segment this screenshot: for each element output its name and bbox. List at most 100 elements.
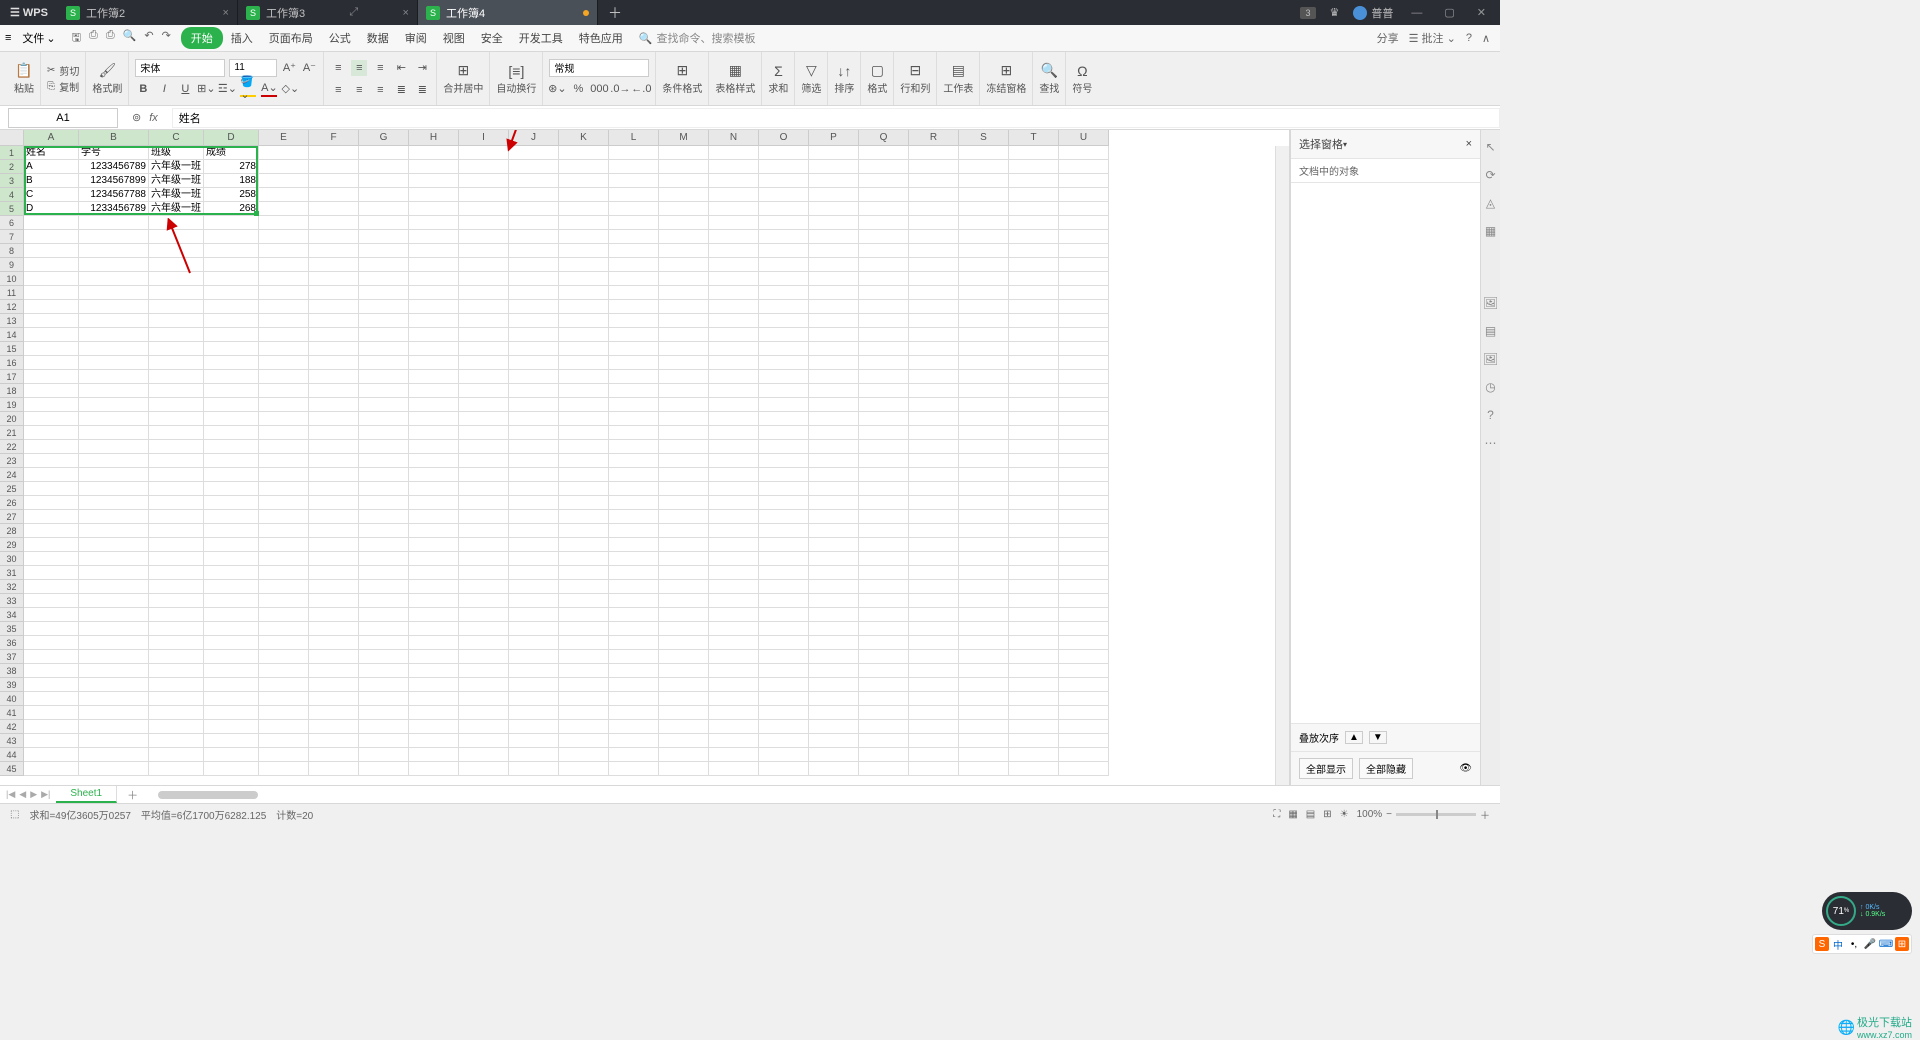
cell[interactable] [149,594,204,608]
cell[interactable] [259,496,309,510]
cell[interactable] [809,300,859,314]
cell[interactable]: C [24,188,79,202]
cell[interactable] [609,496,659,510]
cell[interactable] [204,398,259,412]
eye-icon[interactable]: 👁 [1459,763,1472,774]
cell[interactable] [659,398,709,412]
cell[interactable] [959,510,1009,524]
cell[interactable] [1059,244,1109,258]
cell[interactable] [259,552,309,566]
cell[interactable] [959,174,1009,188]
trace-icon[interactable]: ⊚ [132,111,141,124]
cell[interactable] [459,594,509,608]
cell[interactable] [149,706,204,720]
cell[interactable] [509,188,559,202]
cell[interactable] [459,412,509,426]
cell[interactable] [1009,594,1059,608]
cell[interactable]: 姓名 [24,146,79,160]
cell[interactable] [204,622,259,636]
cell[interactable] [559,412,609,426]
cell[interactable] [709,314,759,328]
cell[interactable] [709,244,759,258]
cell[interactable] [659,622,709,636]
cell[interactable] [24,622,79,636]
cell[interactable] [79,692,149,706]
cell[interactable] [859,398,909,412]
cell[interactable] [24,594,79,608]
cell[interactable] [659,258,709,272]
cell[interactable] [809,692,859,706]
cell[interactable] [309,762,359,776]
cell[interactable] [659,412,709,426]
cell[interactable] [959,412,1009,426]
cell[interactable] [459,664,509,678]
cell[interactable] [709,706,759,720]
cell[interactable] [1009,608,1059,622]
cell[interactable] [809,664,859,678]
cell[interactable] [709,216,759,230]
cell[interactable] [1059,580,1109,594]
cell[interactable] [409,664,459,678]
cell[interactable] [149,398,204,412]
cell[interactable] [559,594,609,608]
cell[interactable] [709,342,759,356]
cell[interactable] [609,342,659,356]
cell[interactable] [459,300,509,314]
cell[interactable] [659,734,709,748]
cell[interactable] [79,594,149,608]
cell[interactable] [659,566,709,580]
row-header[interactable]: 35 [0,622,24,636]
cell[interactable] [909,174,959,188]
cell[interactable] [1059,510,1109,524]
cell[interactable] [509,440,559,454]
row-header[interactable]: 32 [0,580,24,594]
cell[interactable] [859,188,909,202]
cell[interactable] [259,510,309,524]
cell[interactable] [1059,216,1109,230]
speed-widget[interactable]: 71% ↑ 0K/s ↓ 0.9K/s [1822,892,1912,930]
cell[interactable] [79,482,149,496]
cell[interactable] [909,538,959,552]
cell[interactable] [659,454,709,468]
cell[interactable] [759,412,809,426]
close-icon[interactable]: × [223,7,229,19]
cell[interactable] [149,734,204,748]
cell[interactable] [859,692,909,706]
cell[interactable] [959,566,1009,580]
cell[interactable] [609,370,659,384]
col-header-I[interactable]: I [459,130,509,146]
cell[interactable] [959,524,1009,538]
cell[interactable] [559,692,609,706]
cell[interactable] [309,244,359,258]
cell[interactable] [1009,398,1059,412]
cell[interactable] [359,342,409,356]
cell[interactable] [709,440,759,454]
cell[interactable] [359,398,409,412]
cell[interactable] [204,482,259,496]
cell[interactable] [509,538,559,552]
cell[interactable] [309,314,359,328]
cell[interactable] [359,538,409,552]
cell[interactable] [259,692,309,706]
cell[interactable] [79,314,149,328]
cell[interactable] [909,216,959,230]
cell[interactable] [259,146,309,160]
cell[interactable] [24,286,79,300]
cell[interactable] [859,356,909,370]
cell[interactable] [959,496,1009,510]
cell[interactable] [459,286,509,300]
cell[interactable] [759,720,809,734]
cell[interactable] [259,454,309,468]
cell[interactable] [709,454,759,468]
cell[interactable] [709,160,759,174]
cell[interactable] [309,734,359,748]
cell[interactable] [1059,538,1109,552]
cell[interactable] [409,160,459,174]
cell[interactable] [149,272,204,286]
row-header[interactable]: 14 [0,328,24,342]
cell[interactable] [959,398,1009,412]
cell[interactable]: 188 [204,174,259,188]
cell[interactable] [1059,370,1109,384]
cell[interactable] [409,678,459,692]
cell[interactable] [409,370,459,384]
